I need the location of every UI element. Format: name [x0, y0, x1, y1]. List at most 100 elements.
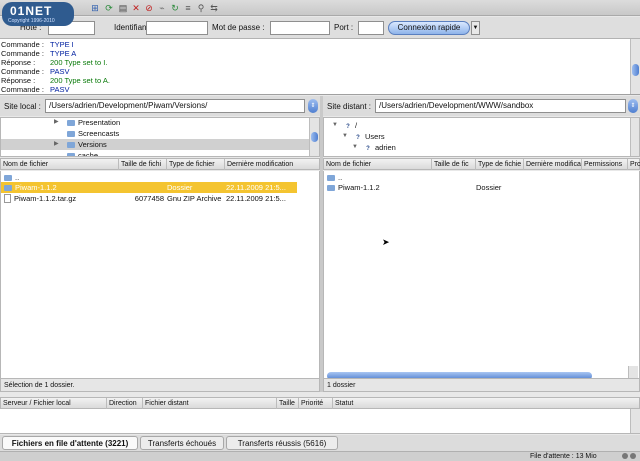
- queue-header: Serveur / Fichier local Direction Fichie…: [0, 397, 640, 409]
- message-log: Commande : TYPE I Commande : TYPE A Répons…: [0, 39, 640, 95]
- bottom-status-bar: File d'attente : 13 Mio: [0, 451, 640, 461]
- queue-column-local[interactable]: Serveur / Fichier local: [1, 398, 107, 409]
- queue-column-status[interactable]: Statut: [333, 398, 639, 409]
- watermark-brand: 01NET: [10, 4, 53, 18]
- compare-icon[interactable]: ⇆: [209, 3, 219, 13]
- tree-item-selected[interactable]: ▶ Versions: [1, 139, 319, 150]
- port-label: Port :: [334, 23, 354, 32]
- unknown-folder-icon: ?: [356, 135, 360, 141]
- folder-icon: [67, 142, 75, 148]
- queue-list: [0, 409, 640, 434]
- password-label: Mot de passe :: [212, 23, 265, 32]
- local-file-list: .. Piwam-1.1.2 Dossier 22.11.2009 21:5..…: [0, 171, 320, 378]
- tree-item[interactable]: ▼? /: [324, 120, 639, 131]
- watermark-tagline: Copyright 1996-2010: [8, 18, 55, 24]
- tree-item[interactable]: cache: [1, 150, 319, 156]
- folder-icon: [327, 175, 335, 181]
- site-manager-icon[interactable]: ⊞: [90, 3, 100, 13]
- tab-failed-transfers[interactable]: Transferts échoués: [140, 436, 224, 450]
- toolbar: ⊞ ⟳ ▤ ✕ ⊘ ⌁ ↻ ≡ ⚲ ⇆: [0, 0, 640, 16]
- port-input[interactable]: [358, 21, 384, 35]
- remote-site-label: Site distant :: [327, 102, 372, 111]
- queue-scrollbar[interactable]: [630, 409, 640, 433]
- log-line: Réponse :200 Type set to A.: [1, 76, 110, 85]
- reconnect-icon[interactable]: ↻: [170, 3, 180, 13]
- stop-icon[interactable]: ⊘: [144, 3, 154, 13]
- activity-indicator-icon: [622, 453, 628, 459]
- column-header-modified[interactable]: Dernière modifica: [524, 159, 582, 170]
- local-tree-scrollbar-thumb[interactable]: [311, 132, 318, 142]
- local-path-bar: Site local : /Users/adrien/Development/P…: [0, 96, 320, 116]
- remote-path-dropdown-icon[interactable]: ⇕: [628, 99, 638, 113]
- expand-icon[interactable]: ▶: [54, 118, 59, 128]
- local-site-label: Site local :: [4, 102, 41, 111]
- queue-tabs: Fichiers en file d'attente (3221) Transf…: [0, 435, 640, 451]
- filter-icon[interactable]: ⚲: [196, 3, 206, 13]
- remote-tree-scrollbar[interactable]: [630, 118, 639, 156]
- quickconnect-bar: Hôte : Identifiant : Mot de passe : Port…: [0, 17, 640, 39]
- queue-column-direction[interactable]: Direction: [107, 398, 143, 409]
- folder-icon: [67, 153, 75, 156]
- column-header-owner[interactable]: Pro: [628, 159, 640, 170]
- file-row-selected[interactable]: Piwam-1.1.2 Dossier 22.11.2009 21:5...: [1, 182, 297, 193]
- disconnect-icon[interactable]: ⌁: [157, 3, 167, 13]
- log-scrollbar-thumb[interactable]: [632, 64, 639, 76]
- activity-indicator-icon: [630, 453, 636, 459]
- folder-icon: [4, 185, 12, 191]
- tree-item[interactable]: Screencasts: [1, 128, 319, 139]
- column-header-modified[interactable]: Dernière modification: [225, 159, 319, 170]
- pane-splitter[interactable]: [320, 96, 323, 392]
- local-tree-scrollbar[interactable]: [309, 118, 319, 156]
- local-path-input[interactable]: /Users/adrien/Development/Piwam/Versions…: [45, 99, 305, 113]
- folder-icon: [67, 120, 75, 126]
- queue-column-remote[interactable]: Fichier distant: [143, 398, 277, 409]
- queue-column-size[interactable]: Taille: [277, 398, 299, 409]
- watermark-logo: 01NET Copyright 1996-2010: [2, 2, 74, 26]
- collapse-icon[interactable]: ▼: [332, 120, 338, 131]
- unknown-folder-icon: ?: [366, 146, 370, 152]
- log-line: Commande : TYPE I: [1, 40, 74, 49]
- column-header-type[interactable]: Type de fichier: [167, 159, 225, 170]
- local-list-header: Nom de fichier Taille de fichi Type de f…: [0, 158, 320, 170]
- refresh-icon[interactable]: ⟳: [104, 3, 114, 13]
- cancel-icon[interactable]: ✕: [131, 3, 141, 13]
- tab-successful-transfers[interactable]: Transferts réussis (5616): [226, 436, 338, 450]
- log-line: Commande : TYPE A: [1, 49, 77, 58]
- column-header-size[interactable]: Taille de fic: [432, 159, 476, 170]
- tree-item[interactable]: ▶ Presentation: [1, 118, 319, 128]
- password-input[interactable]: [270, 21, 330, 35]
- user-input[interactable]: [146, 21, 208, 35]
- local-path-dropdown-icon[interactable]: ⇕: [308, 99, 318, 113]
- collapse-icon[interactable]: ▼: [352, 142, 358, 153]
- expand-icon[interactable]: ▶: [54, 139, 59, 150]
- folder-icon: [327, 185, 335, 191]
- folder-icon: [67, 131, 75, 137]
- local-status: Sélection de 1 dossier.: [0, 378, 320, 392]
- collapse-icon[interactable]: ▼: [342, 131, 348, 142]
- file-row[interactable]: Piwam-1.1.2 Dossier: [324, 182, 639, 193]
- log-line: Réponse :200 Type set to I.: [1, 58, 108, 67]
- remote-path-input[interactable]: /Users/adrien/Development/WWW/sandbox: [375, 99, 626, 113]
- queue-icon[interactable]: ≡: [183, 3, 193, 13]
- column-header-name[interactable]: Nom de fichier: [1, 159, 119, 170]
- remote-file-list: .. Piwam-1.1.2 Dossier ➤: [323, 171, 640, 378]
- column-header-type[interactable]: Type de fichie: [476, 159, 524, 170]
- log-scrollbar[interactable]: [630, 39, 640, 94]
- quickconnect-button[interactable]: Connexion rapide: [388, 21, 470, 35]
- file-row[interactable]: Piwam-1.1.2.tar.gz 6077458 Gnu ZIP Archi…: [1, 193, 319, 204]
- queue-size-status: File d'attente : 13 Mio: [530, 453, 597, 460]
- column-header-name[interactable]: Nom de fichier: [324, 159, 432, 170]
- quickconnect-dropdown-icon[interactable]: ▼: [471, 21, 480, 35]
- column-header-permissions[interactable]: Permissions: [582, 159, 628, 170]
- tree-item[interactable]: ▼? Users: [324, 131, 639, 142]
- remote-list-scrollbar[interactable]: [628, 366, 638, 378]
- folder-icon: [4, 175, 12, 181]
- queue-column-priority[interactable]: Priorité: [299, 398, 333, 409]
- remote-path-bar: Site distant : /Users/adrien/Development…: [323, 96, 640, 116]
- remote-status: 1 dossier: [323, 378, 640, 392]
- tab-queued-files[interactable]: Fichiers en file d'attente (3221): [2, 436, 138, 450]
- column-header-size[interactable]: Taille de fichi: [119, 159, 167, 170]
- tree-item[interactable]: ▼? adrien: [324, 142, 639, 153]
- log-toggle-icon[interactable]: ▤: [118, 3, 128, 13]
- local-tree: ▶ Presentation Screencasts ▶ Versions cach…: [0, 117, 320, 157]
